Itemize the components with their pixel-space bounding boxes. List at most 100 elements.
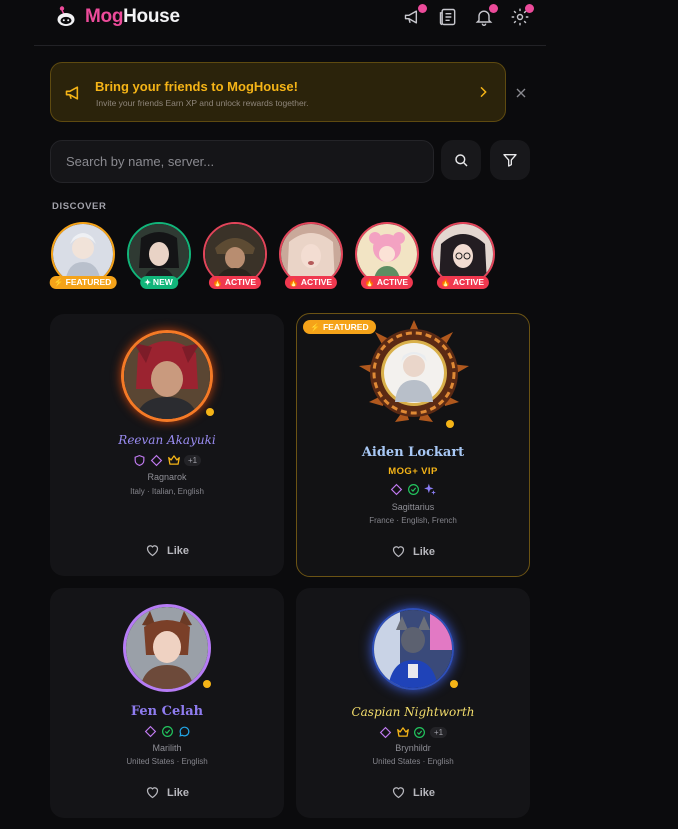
story-item[interactable]: ⚡ FEATURED (49, 222, 117, 292)
ornate-frame (359, 320, 469, 422)
active-badge: 🔥 ACTIVE (360, 276, 414, 289)
like-label: Like (166, 786, 189, 799)
vip-tier: MOG+ VIP (388, 466, 438, 477)
badge-row (297, 482, 529, 496)
search-bar (50, 140, 434, 183)
diamond-icon (379, 725, 393, 739)
notification-dot (489, 4, 498, 13)
announcements-button[interactable] (401, 4, 427, 29)
profile-card-featured[interactable]: ⚡ FEATURED Aiden Lockart MOG+ VIP Sagitt… (296, 313, 530, 577)
profile-avatar (372, 608, 454, 690)
heart-icon (146, 545, 159, 557)
shield-icon (133, 453, 147, 467)
profile-name: Reevan Akayuki (118, 433, 216, 447)
heart-icon (146, 787, 159, 799)
heart-icon (392, 546, 405, 558)
profile-card[interactable]: Reevan Akayuki +1 Ragnarok Italy · Itali… (50, 314, 284, 576)
bolt-icon: ⚡ (310, 322, 320, 332)
profile-avatar (123, 604, 211, 692)
story-item[interactable]: 🔥 ACTIVE (431, 222, 495, 292)
story-item[interactable]: 🔥 ACTIVE (355, 222, 419, 292)
server-name: Sagittarius (391, 502, 435, 512)
flame-icon: 🔥 (288, 278, 299, 287)
online-indicator (446, 420, 454, 428)
location-languages: France · English, French (369, 516, 457, 525)
server-name: Marilith (152, 743, 182, 753)
like-button[interactable]: Like (50, 785, 284, 800)
active-badge: 🔥 ACTIVE (436, 276, 490, 289)
diamond-icon (389, 482, 403, 496)
more-badges-count: +1 (183, 454, 202, 466)
profile-card[interactable]: Caspian Nightworth +1 Brynhildr United S… (296, 588, 530, 818)
featured-badge: ⚡ FEATURED (49, 276, 117, 289)
flame-icon: 🔥 (364, 278, 375, 287)
profile-name: Caspian Nightworth (351, 705, 475, 719)
search-button[interactable] (441, 140, 481, 180)
app-name: MogHouse (85, 6, 180, 27)
chevron-right-icon (480, 86, 487, 98)
search-input[interactable] (66, 141, 416, 182)
diamond-icon (143, 724, 157, 738)
like-button[interactable]: Like (50, 543, 284, 558)
notifications-button[interactable] (472, 4, 498, 29)
server-name: Ragnarok (147, 472, 187, 482)
sparkle-icon: ✦ (144, 278, 151, 287)
active-badge: 🔥 ACTIVE (284, 276, 338, 289)
bolt-icon: ⚡ (53, 278, 64, 287)
newspaper-icon (439, 8, 456, 26)
like-button[interactable]: Like (297, 544, 529, 559)
crown-icon (396, 725, 410, 739)
verified-icon (160, 724, 174, 738)
location-languages: United States · English (126, 757, 208, 766)
megaphone-icon (65, 86, 79, 100)
profile-name: Fen Celah (130, 704, 204, 719)
settings-button[interactable] (508, 4, 534, 29)
notification-dot (525, 4, 534, 13)
sparkles-icon (423, 482, 437, 496)
online-indicator (450, 680, 458, 688)
online-indicator (206, 408, 214, 416)
filter-icon (503, 154, 517, 167)
story-item[interactable]: ✦ NEW (127, 222, 191, 292)
profile-avatar (121, 330, 213, 422)
flame-icon: 🔥 (212, 278, 223, 287)
server-name: Brynhildr (395, 743, 431, 753)
close-icon[interactable] (513, 85, 529, 101)
profile-name: Aiden Lockart (361, 445, 465, 460)
like-label: Like (412, 786, 435, 799)
badge-row (50, 724, 284, 738)
chat-bubble-icon (177, 724, 191, 738)
like-button[interactable]: Like (296, 785, 530, 800)
heart-icon (392, 787, 405, 799)
badge-row: +1 (50, 453, 284, 467)
moghouse-page: MogHouse Bring your friends to MogHouse!… (0, 0, 678, 829)
location-languages: Italy · Italian, English (130, 487, 204, 496)
verified-icon (413, 725, 427, 739)
story-item[interactable]: 🔥 ACTIVE (203, 222, 267, 292)
like-label: Like (412, 545, 435, 558)
app-logo[interactable]: MogHouse (54, 5, 180, 29)
active-badge: 🔥 ACTIVE (208, 276, 262, 289)
top-header: MogHouse (34, 0, 546, 46)
new-badge: ✦ NEW (140, 276, 178, 289)
crown-icon (167, 453, 181, 467)
filter-button[interactable] (490, 140, 530, 180)
like-label: Like (166, 544, 189, 557)
story-item[interactable]: 🔥 ACTIVE (279, 222, 343, 292)
notification-dot (418, 4, 427, 13)
banner-subtitle: Invite your friends Earn XP and unlock r… (96, 98, 309, 108)
verified-icon (406, 482, 420, 496)
more-badges-count: +1 (429, 726, 448, 738)
flame-icon: 🔥 (440, 278, 451, 287)
news-button[interactable] (436, 5, 460, 29)
profile-card[interactable]: Fen Celah Marilith United States · Engli… (50, 588, 284, 818)
banner-title: Bring your friends to MogHouse! (95, 79, 298, 94)
invite-banner[interactable]: Bring your friends to MogHouse! Invite y… (50, 62, 506, 122)
badge-row: +1 (296, 725, 530, 739)
search-icon (455, 154, 468, 167)
location-languages: United States · English (372, 757, 454, 766)
discover-label: DISCOVER (52, 201, 107, 212)
online-indicator (203, 680, 211, 688)
diamond-icon (150, 453, 164, 467)
moogle-logo-icon (57, 6, 75, 26)
